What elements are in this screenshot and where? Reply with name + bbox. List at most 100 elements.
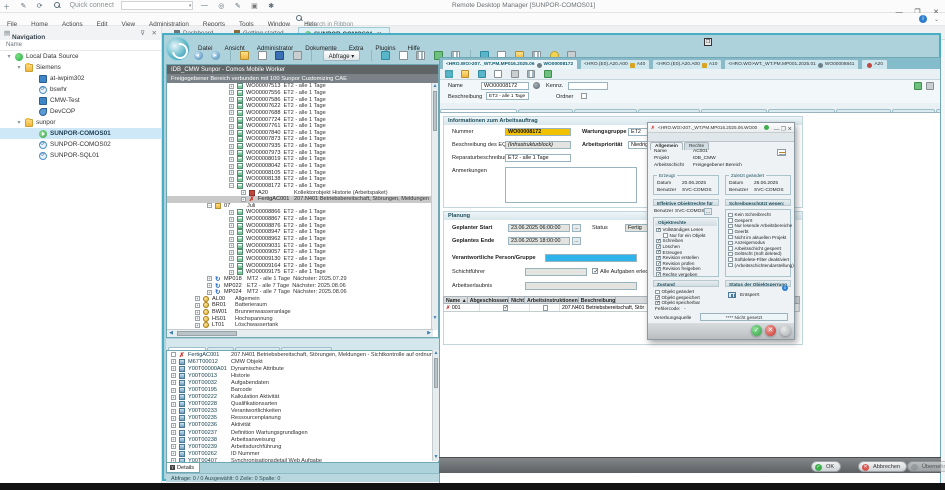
nav-tree-item[interactable]: CMW-Test bbox=[0, 95, 161, 106]
checkbox[interactable] bbox=[728, 235, 733, 240]
expander-icon[interactable]: + bbox=[229, 124, 234, 129]
print-icon[interactable] bbox=[511, 70, 519, 78]
lock-object-icon[interactable] bbox=[926, 82, 934, 90]
expander-icon[interactable]: − bbox=[207, 203, 212, 208]
restore-document-icon[interactable]: ❐ bbox=[704, 38, 712, 46]
tree-row[interactable]: + WO00007973 ET2 - alle 1 Tage bbox=[167, 149, 432, 156]
scroll-down-icon[interactable]: ▼ bbox=[432, 315, 438, 322]
checkbox[interactable] bbox=[656, 239, 661, 244]
checkbox[interactable] bbox=[656, 228, 661, 233]
tree-row[interactable]: + BW01 Brunnenwasseranlage bbox=[167, 309, 432, 316]
checkbox[interactable] bbox=[656, 267, 661, 272]
expander-icon[interactable]: + bbox=[195, 310, 200, 315]
reparatur-field[interactable]: ET2 - alle 1 Tage bbox=[505, 154, 571, 162]
nav-tree-item[interactable]: SUNPOR-COMOS01 bbox=[0, 128, 161, 139]
eff-benutzer-picker[interactable]: ... bbox=[704, 208, 712, 215]
object-card-icon[interactable] bbox=[777, 149, 786, 156]
list-item[interactable]: + Y00T00237 Definition Wartungsgrundlage… bbox=[167, 429, 438, 436]
checkbox[interactable] bbox=[728, 218, 733, 223]
tree-row[interactable]: + LT01 Löschwassertank bbox=[167, 322, 432, 329]
expander-icon[interactable]: + bbox=[171, 402, 176, 407]
tree-row[interactable]: + A20 Kollektorobjekt Historie (Arbeitsp… bbox=[167, 189, 432, 196]
schreib-item[interactable]: Softdelete-Filter deaktiviert bbox=[728, 257, 794, 263]
expander-icon[interactable]: + bbox=[229, 150, 234, 155]
schreib-item[interactable]: Nicht im aktuellen Projekt bbox=[728, 234, 794, 240]
tree-row[interactable]: + WO00007513 ET2 - alle 1 Tage bbox=[167, 83, 432, 90]
schreib-item[interactable]: Nur lesende Arbeitsbereiche bbox=[728, 223, 794, 229]
expander-icon[interactable]: + bbox=[195, 303, 200, 308]
nav-tree-item[interactable]: ▾ sunpor bbox=[0, 117, 161, 128]
copy-icon[interactable] bbox=[399, 51, 408, 60]
list-item[interactable]: + Y00T00222 Kalkulation Aktivität bbox=[167, 394, 438, 401]
expander-icon[interactable]: + bbox=[171, 366, 176, 371]
tree-row[interactable]: + WO00009164 ET2 - alle 1 Tage bbox=[167, 262, 432, 269]
tree-horizontal-scrollbar[interactable]: ◀ ▶ bbox=[167, 329, 433, 337]
checkbox[interactable] bbox=[656, 244, 661, 249]
zustand-item[interactable]: Objekt speicherbar bbox=[655, 300, 700, 306]
tree-row[interactable]: + WO00008947 ET2 - alle 1 Tage bbox=[167, 229, 432, 236]
nav-column-header[interactable]: Name bbox=[0, 40, 161, 51]
list-item[interactable]: + Y00T00407 Synchronisationsdetail Web A… bbox=[167, 457, 438, 463]
web-icon[interactable]: ◎ bbox=[218, 2, 224, 10]
back-icon[interactable] bbox=[194, 51, 203, 60]
expander-icon[interactable]: + bbox=[171, 388, 176, 393]
table-view-icon[interactable] bbox=[416, 51, 425, 60]
checkbox[interactable] bbox=[655, 301, 660, 306]
add-session-icon[interactable]: ＋ bbox=[3, 2, 10, 12]
expander-icon[interactable]: + bbox=[171, 359, 176, 364]
checkbox[interactable] bbox=[656, 256, 661, 261]
list-item[interactable]: + Y00T00238 Arbeitsanweisung bbox=[167, 436, 438, 443]
object-tab[interactable]: A20 bbox=[861, 59, 888, 69]
list-item[interactable]: + Y00T00195 Barcode bbox=[167, 386, 438, 393]
column-header[interactable]: Arbeitsinstruktionen bbox=[525, 297, 579, 303]
expander-icon[interactable]: + bbox=[207, 276, 212, 281]
tree-row[interactable]: + MP022 ET2 - alle 7 Tage Nächster: 2025… bbox=[167, 282, 432, 289]
expander-icon[interactable]: + bbox=[229, 110, 234, 115]
forward-icon[interactable] bbox=[211, 51, 220, 60]
scroll-left-icon[interactable]: ◀ bbox=[167, 330, 175, 337]
checkbox[interactable] bbox=[655, 295, 660, 300]
tree-row[interactable]: + WO00008042 ET2 - alle 1 Tage bbox=[167, 163, 432, 170]
list-item[interactable]: + Y00T00013 Historie bbox=[167, 372, 438, 379]
tree-row[interactable]: + WO00007935 ET2 - alle 1 Tage bbox=[167, 143, 432, 150]
dialog-titlebar[interactable]: ✗ <HRO.WO>207._WT.PM.MP016.2025.06.WO00 … bbox=[648, 123, 794, 133]
expander-icon[interactable]: ▾ bbox=[16, 119, 22, 126]
refresh-icon[interactable]: ⟳ bbox=[37, 2, 43, 10]
tree-row[interactable]: + FertigAC001 207.N401 Betriebsbereitsch… bbox=[167, 196, 432, 203]
expander-icon[interactable]: + bbox=[171, 437, 176, 442]
checkbox[interactable] bbox=[656, 250, 661, 255]
tree-row[interactable]: + WO00009031 ET2 - alle 1 Tage bbox=[167, 242, 432, 249]
checkbox[interactable] bbox=[728, 246, 733, 251]
tree-row[interactable]: + BR01 Batterieraum bbox=[167, 302, 432, 309]
tree-row[interactable]: + WO00009130 ET2 - alle 1 Tage bbox=[167, 256, 432, 263]
expander-icon[interactable]: + bbox=[229, 97, 234, 102]
nav-tree-item[interactable]: SUNPOR-COMOS02 bbox=[0, 139, 161, 150]
expander-icon[interactable]: + bbox=[229, 130, 234, 135]
tree-row[interactable]: + WO00007622 ET2 - alle 1 Tage bbox=[167, 103, 432, 110]
tree-row[interactable]: + WO00008876 ET2 - alle 1 Tage bbox=[167, 222, 432, 229]
recht-item[interactable]: Nur für ein Objekt bbox=[656, 233, 706, 239]
expander-icon[interactable]: + bbox=[229, 256, 234, 261]
go-icon[interactable]: — bbox=[201, 2, 208, 9]
nav-tree-item[interactable]: bswhr bbox=[0, 84, 161, 95]
nav-tree-item[interactable]: ▾ Local Data Source bbox=[0, 51, 161, 62]
navigate-icon[interactable] bbox=[445, 70, 453, 78]
expander-icon[interactable]: + bbox=[195, 316, 200, 321]
collapse-ribbon-icon[interactable]: ⌄ bbox=[934, 16, 939, 23]
recht-item[interactable]: Vollständiges Lesen bbox=[656, 227, 706, 233]
dialog-ok-button[interactable]: ✓ bbox=[751, 325, 762, 336]
name-input[interactable]: WO00008172 bbox=[481, 82, 529, 90]
pin-icon[interactable]: ⊽ bbox=[140, 29, 145, 37]
open-folder-icon[interactable] bbox=[240, 51, 249, 60]
list-item[interactable]: + Y00T00032 Aufgabendaten bbox=[167, 379, 438, 386]
ende-picker-button[interactable]: ... bbox=[572, 237, 581, 245]
checkbox[interactable] bbox=[728, 263, 733, 268]
expander-icon[interactable]: − bbox=[229, 183, 234, 188]
alle-aufgaben-checkbox[interactable] bbox=[592, 268, 598, 274]
info-icon[interactable]: i bbox=[782, 285, 788, 291]
object-tab[interactable]: <HRO.WO>207._WT.PM.MP016.2025.06 WO00008… bbox=[442, 59, 578, 69]
expander-icon[interactable]: + bbox=[229, 217, 234, 222]
tree-row[interactable]: + WO00007873 ET2 - alle 1 Tage bbox=[167, 136, 432, 143]
close-panel-icon[interactable]: ✕ bbox=[152, 29, 157, 37]
expander-icon[interactable]: + bbox=[229, 117, 234, 122]
